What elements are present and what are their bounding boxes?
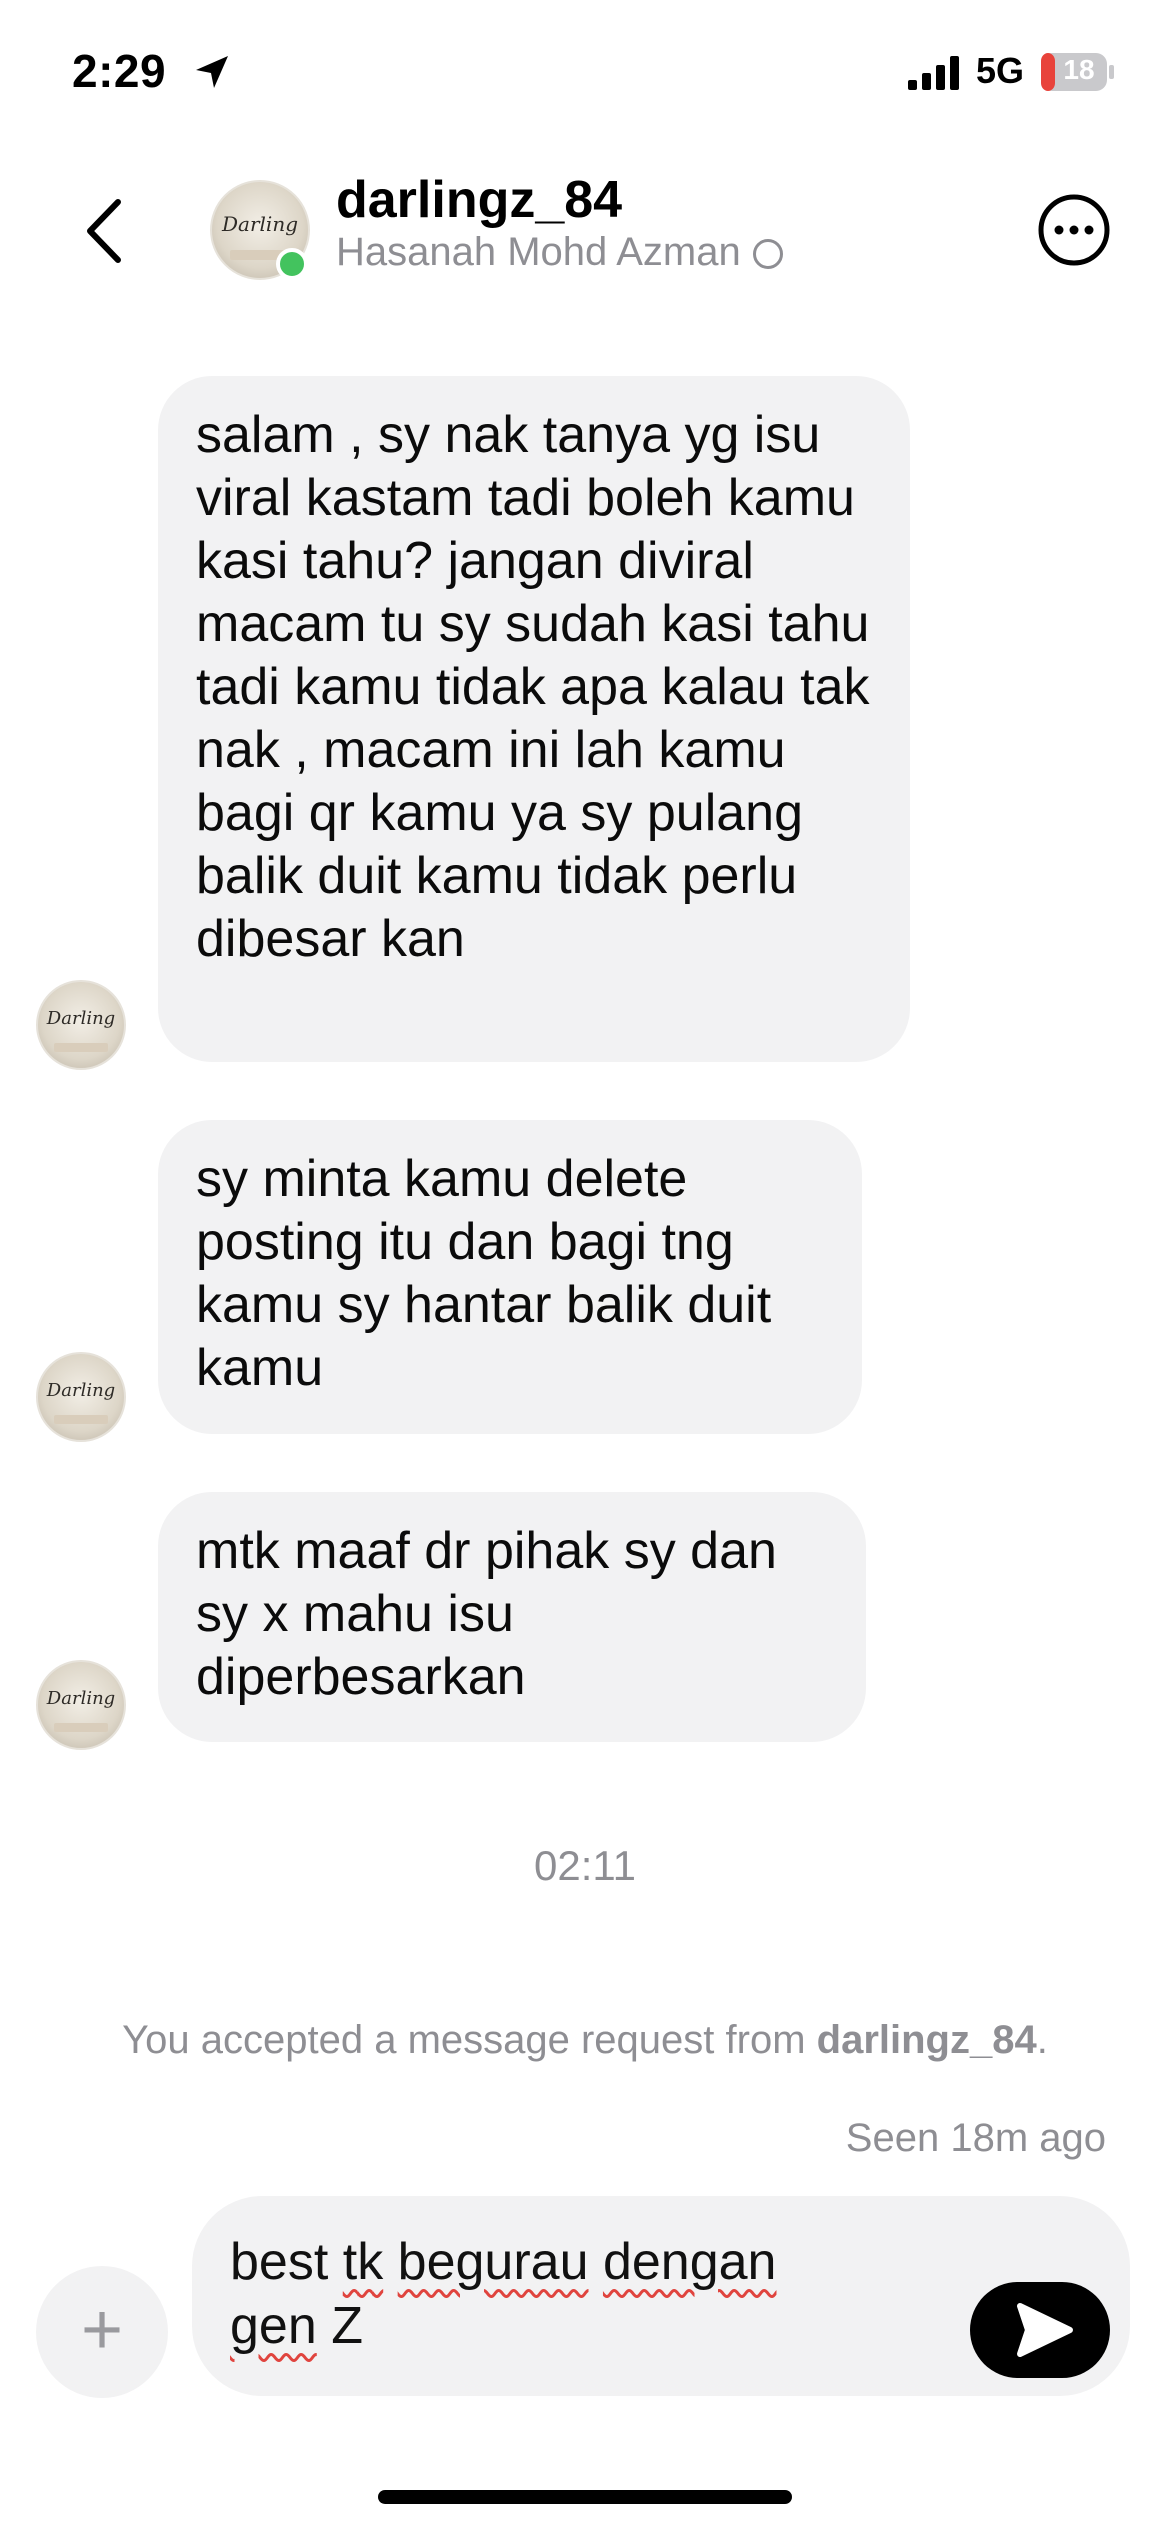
draft-word: best bbox=[230, 2233, 329, 2291]
draft-word: tk bbox=[342, 2233, 384, 2291]
seen-status: Seen 18m ago bbox=[845, 2116, 1106, 2160]
message-request-notice: You accepted a message request from darl… bbox=[122, 2018, 1048, 2062]
draft-word: dengan bbox=[602, 2233, 777, 2291]
message-composer[interactable]: best tk begurau dengan gen Z bbox=[192, 2196, 1130, 2396]
draft-word: Z bbox=[331, 2297, 363, 2355]
location-arrow-icon bbox=[196, 56, 228, 88]
home-indicator bbox=[378, 2490, 792, 2504]
message-bubble[interactable]: mtk maaf dr pihak sy dan sy x mahu isu d… bbox=[158, 1492, 866, 1742]
status-ring-icon bbox=[752, 239, 783, 269]
conversation-timestamp: 02:11 bbox=[534, 1842, 636, 1889]
contact-username[interactable]: darlingz_84 bbox=[336, 170, 622, 230]
message-bubble[interactable]: sy minta kamu delete posting itu dan bag… bbox=[158, 1120, 862, 1434]
battery-level: 18 bbox=[1063, 54, 1095, 85]
draft-word: begurau bbox=[397, 2233, 589, 2291]
contact-real-name: Hasanah Mohd Azman bbox=[336, 230, 783, 275]
status-time: 2:29 bbox=[72, 45, 167, 97]
notice-username[interactable]: darlingz_84 bbox=[817, 2018, 1037, 2062]
draft-word: gen bbox=[230, 2297, 317, 2355]
send-icon bbox=[1017, 2303, 1073, 2357]
sender-avatar[interactable]: Darling bbox=[36, 980, 126, 1070]
dm-thread-screen: 2:29 5G 18 Darling darlingz_84 Hasanah M… bbox=[0, 0, 1170, 2532]
cellular-signal-icon bbox=[908, 56, 959, 90]
plus-icon: + bbox=[80, 2290, 124, 2370]
network-type: 5G bbox=[976, 50, 1025, 91]
sender-avatar[interactable]: Darling bbox=[36, 1352, 126, 1442]
message-bubble[interactable]: salam , sy nak tanya yg isu viral kastam… bbox=[158, 376, 910, 1062]
avatar-logo-text: Darling bbox=[222, 212, 298, 236]
sender-avatar[interactable]: Darling bbox=[36, 1660, 126, 1750]
online-status-dot bbox=[276, 248, 308, 280]
message-input[interactable]: best tk begurau dengan gen Z bbox=[230, 2230, 930, 2358]
chevron-left-icon[interactable] bbox=[80, 196, 130, 266]
more-options-icon[interactable] bbox=[1036, 192, 1112, 268]
send-button[interactable] bbox=[970, 2282, 1110, 2378]
add-attachment-button[interactable]: + bbox=[36, 2266, 168, 2398]
conversation-header: Darling darlingz_84 Hasanah Mohd Azman bbox=[0, 160, 1170, 290]
status-bar: 2:29 5G 18 bbox=[0, 0, 1170, 150]
